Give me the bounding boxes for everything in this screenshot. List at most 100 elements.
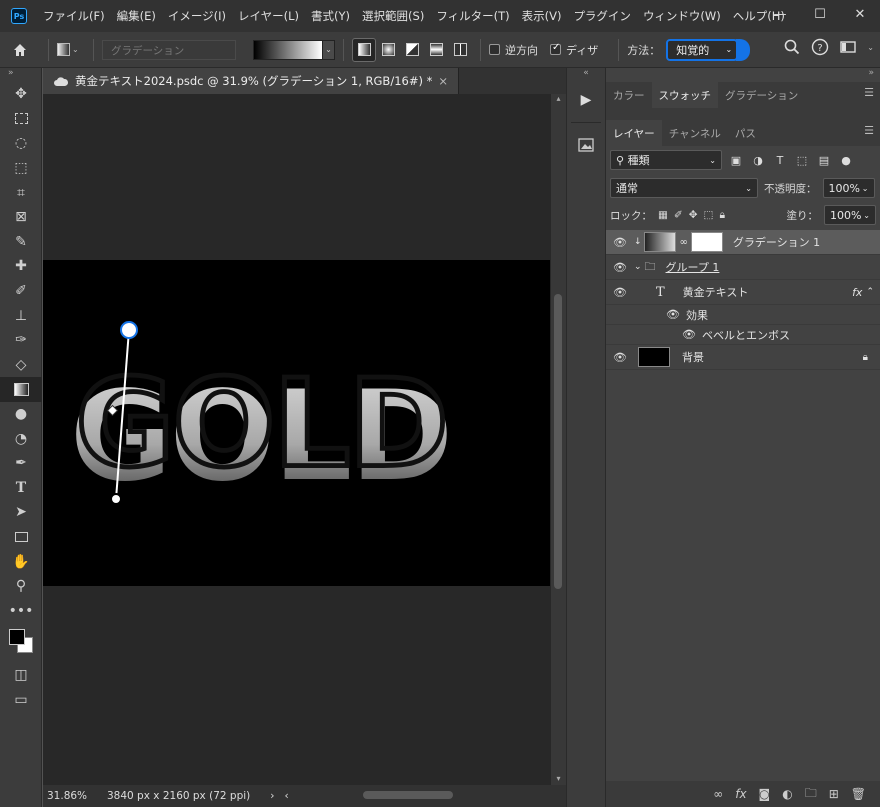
tool-preset-picker[interactable]: ⌄ xyxy=(57,40,85,60)
foreground-color-swatch[interactable] xyxy=(9,629,25,646)
maximize-button[interactable]: ☐ xyxy=(800,0,840,28)
more-tools-icon[interactable]: ••• xyxy=(0,598,42,623)
smart-object-filter-icon[interactable]: ▤ xyxy=(816,154,832,167)
pen-tool-icon[interactable]: ✒ xyxy=(0,451,42,476)
vertical-scroll-thumb[interactable] xyxy=(554,294,562,589)
path-select-tool-icon[interactable]: ➤ xyxy=(0,500,42,525)
lock-image-icon[interactable]: ✐ xyxy=(674,209,683,221)
eraser-tool-icon[interactable]: ◇ xyxy=(0,353,42,378)
fx-badge[interactable]: fx xyxy=(852,286,862,299)
visibility-eye-icon[interactable]: 👁︎ xyxy=(682,328,696,341)
panel-menu-icon[interactable]: ☰ xyxy=(864,86,874,99)
lock-transparency-icon[interactable]: ▦ xyxy=(658,209,668,221)
visibility-eye-icon[interactable]: 👁︎ xyxy=(606,351,634,364)
layer-background[interactable]: 👁︎ 背景 🔒︎ xyxy=(606,345,880,370)
move-tool-icon[interactable]: ✥ xyxy=(0,82,42,107)
minimize-button[interactable]: — xyxy=(760,0,800,28)
reverse-checkbox-box[interactable] xyxy=(489,44,500,55)
collapse-icon[interactable]: » xyxy=(606,68,880,82)
menu-layer[interactable]: レイヤー(L) xyxy=(232,8,305,24)
filter-toggle-icon[interactable]: ● xyxy=(838,154,854,167)
hand-tool-icon[interactable]: ✋ xyxy=(0,549,42,574)
object-select-tool-icon[interactable]: ⬚ xyxy=(0,156,42,181)
radial-gradient-button[interactable] xyxy=(376,38,400,62)
play-icon[interactable]: ▶ xyxy=(567,84,605,116)
panel-menu-icon[interactable]: ☰ xyxy=(864,124,874,137)
chevron-down-icon[interactable]: ⌄ xyxy=(634,262,642,272)
history-brush-tool-icon[interactable]: ✑ xyxy=(0,328,42,353)
menu-type[interactable]: 書式(Y) xyxy=(305,8,356,24)
pixel-filter-icon[interactable]: ▣ xyxy=(728,154,744,167)
properties-panel-icon[interactable] xyxy=(567,129,605,161)
layer-effect-bevel[interactable]: 👁︎ ベベルとエンボス xyxy=(606,325,880,345)
quick-mask-icon[interactable]: ◫ xyxy=(0,663,42,688)
layer-kind-select[interactable]: ⚲ 種類 ⌄ xyxy=(610,150,722,170)
menu-select[interactable]: 選択範囲(S) xyxy=(356,8,430,24)
menu-view[interactable]: 表示(V) xyxy=(516,8,568,24)
lasso-tool-icon[interactable]: ◌ xyxy=(0,131,42,156)
collapse-icon[interactable]: » xyxy=(0,68,41,82)
tab-color[interactable]: カラー xyxy=(606,82,652,108)
type-tool-icon[interactable]: T xyxy=(0,476,42,501)
zoom-tool-icon[interactable]: ⚲ xyxy=(0,574,42,599)
document-tab[interactable]: 黄金テキスト2024.psdc @ 31.9% (グラデーション 1, RGB/… xyxy=(43,68,459,94)
gradient-tool-icon[interactable] xyxy=(0,377,42,402)
gradient-editor-swatch[interactable] xyxy=(253,39,323,60)
menu-plugins[interactable]: プラグイン xyxy=(567,8,637,24)
linear-gradient-button[interactable] xyxy=(352,37,376,62)
collapse-icon[interactable]: « xyxy=(567,68,605,82)
zoom-level[interactable]: 31.86% xyxy=(43,790,105,802)
close-button[interactable]: ✕ xyxy=(840,0,880,28)
delete-layer-icon[interactable]: 🗑︎ xyxy=(851,787,866,801)
vertical-scrollbar[interactable]: ▴ ▾ xyxy=(551,94,566,785)
link-layers-icon[interactable]: ∞ xyxy=(713,787,723,801)
layer-group[interactable]: 👁︎ ⌄ 🗀 グループ 1 xyxy=(606,255,880,280)
add-mask-icon[interactable]: ◙ xyxy=(759,787,771,801)
visibility-eye-icon[interactable]: 👁︎ xyxy=(606,261,634,274)
blend-mode-select[interactable]: 通常 ⌄ xyxy=(610,178,758,198)
horizontal-scroll-thumb[interactable] xyxy=(363,791,453,799)
chevron-up-icon[interactable]: ⌃ xyxy=(866,287,874,297)
shape-filter-icon[interactable]: ⬚ xyxy=(794,154,810,167)
chevron-down-icon[interactable]: ⌄ xyxy=(867,43,874,52)
reflected-gradient-button[interactable] xyxy=(424,38,448,62)
gradient-dropdown-button[interactable]: ⌄ xyxy=(323,39,335,60)
gradient-preset-field[interactable]: グラデーション xyxy=(102,39,236,60)
frame-tool-icon[interactable]: ⊠ xyxy=(0,205,42,230)
brush-tool-icon[interactable]: ✐ xyxy=(0,279,42,304)
tab-gradients[interactable]: グラデーション xyxy=(718,82,805,108)
reverse-checkbox[interactable]: 逆方向 xyxy=(489,42,538,58)
tab-paths[interactable]: パス xyxy=(728,120,763,146)
visibility-eye-icon[interactable]: 👁︎ xyxy=(606,236,634,249)
new-layer-icon[interactable]: ⊞ xyxy=(829,787,839,801)
tab-swatches[interactable]: スウォッチ xyxy=(651,82,718,108)
dodge-tool-icon[interactable]: ◔ xyxy=(0,426,42,451)
menu-image[interactable]: イメージ(I) xyxy=(162,8,232,24)
tab-channels[interactable]: チャンネル xyxy=(662,120,728,146)
visibility-eye-icon[interactable]: 👁︎ xyxy=(666,308,680,321)
search-icon[interactable] xyxy=(783,38,801,56)
lock-artboard-icon[interactable]: ⬚ xyxy=(704,209,714,221)
canvas-area[interactable]: GOLD GOLD xyxy=(43,94,551,785)
help-icon[interactable]: ? xyxy=(811,38,829,56)
tab-layers[interactable]: レイヤー xyxy=(606,120,662,146)
layer-effects[interactable]: 👁︎ 効果 xyxy=(606,305,880,325)
dither-checkbox[interactable]: ディザ xyxy=(550,42,598,58)
layer-text[interactable]: 👁︎ T 黄金テキスト fx ⌃ xyxy=(606,280,880,305)
fill-field[interactable]: 100% ⌄ xyxy=(824,205,876,225)
layer-gradient-fill[interactable]: 👁︎ ↓ ∞ グラデーション 1 xyxy=(606,230,880,255)
healing-tool-icon[interactable]: ✚ xyxy=(0,254,42,279)
dither-checkbox-box[interactable] xyxy=(550,42,561,55)
crop-tool-icon[interactable]: ⌗ xyxy=(0,180,42,205)
blur-tool-icon[interactable]: ● xyxy=(0,402,42,427)
eyedropper-tool-icon[interactable]: ✎ xyxy=(0,230,42,255)
menu-edit[interactable]: 編集(E) xyxy=(111,8,162,24)
workspace-icon[interactable] xyxy=(839,38,857,56)
marquee-tool-icon[interactable] xyxy=(0,107,42,132)
status-menu-arrow[interactable]: › xyxy=(270,790,274,802)
close-tab-icon[interactable]: × xyxy=(438,74,448,88)
menu-file[interactable]: ファイル(F) xyxy=(37,8,111,24)
rectangle-tool-icon[interactable] xyxy=(0,525,42,550)
angle-gradient-button[interactable] xyxy=(400,38,424,62)
new-adjustment-icon[interactable]: ◐ xyxy=(782,787,792,801)
